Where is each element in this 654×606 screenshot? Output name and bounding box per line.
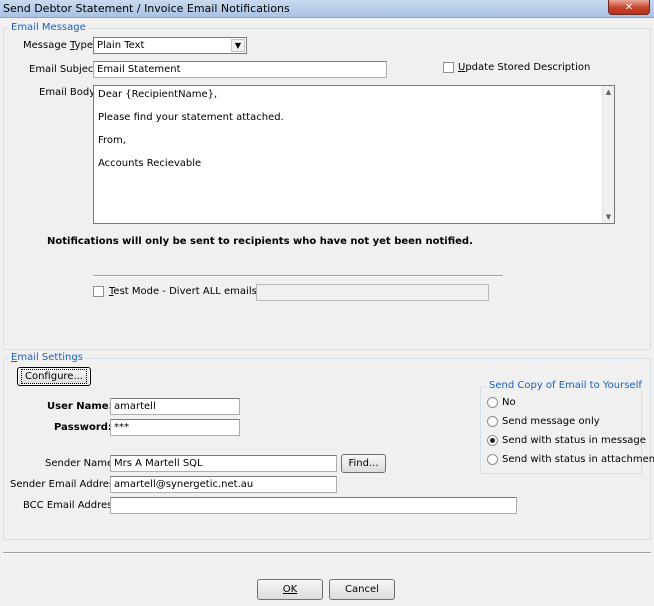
configure-button[interactable]: Configure... xyxy=(17,367,91,386)
sender-email-label: Sender Email Address: xyxy=(10,479,123,490)
send-copy-option-label[interactable]: No xyxy=(502,397,516,408)
email-message-group-title: Email Message xyxy=(9,22,88,33)
update-stored-description-checkbox[interactable] xyxy=(443,62,454,73)
test-mode-email-input[interactable] xyxy=(256,284,489,301)
test-mode-label[interactable]: Test Mode - Divert ALL emails to: xyxy=(109,286,273,297)
send-copy-group-title: Send Copy of Email to Yourself xyxy=(487,380,644,391)
email-body-textarea[interactable]: Dear {RecipientName}, Please find your s… xyxy=(93,85,615,224)
email-subject-label: Email Subject: xyxy=(29,64,101,75)
update-stored-description-label[interactable]: Update Stored Description xyxy=(458,62,590,73)
separator-line xyxy=(93,275,503,277)
password-label: Password: xyxy=(54,422,112,433)
message-type-value: Plain Text xyxy=(97,40,145,51)
close-icon: ✕ xyxy=(624,1,634,13)
notification-notice: Notifications will only be sent to recip… xyxy=(47,236,473,247)
user-name-label: User Name: xyxy=(47,401,113,412)
title-bar: Send Debtor Statement / Invoice Email No… xyxy=(0,0,654,18)
scroll-up-icon[interactable]: ▲ xyxy=(603,86,614,98)
email-settings-group-title: Email Settings xyxy=(9,352,85,363)
cancel-button[interactable]: Cancel xyxy=(329,579,395,600)
password-input[interactable]: *** xyxy=(110,419,240,436)
scroll-down-icon[interactable]: ▼ xyxy=(603,211,614,223)
ok-button-label: OK xyxy=(282,584,298,595)
bcc-email-input[interactable] xyxy=(110,497,517,514)
send-copy-radio-status-in-attachment[interactable] xyxy=(487,454,498,465)
sender-email-input[interactable]: amartell@synergetic.net.au xyxy=(110,476,337,493)
message-type-select[interactable]: Plain Text ▼ xyxy=(93,37,247,54)
ok-button[interactable]: OK xyxy=(257,579,323,600)
cancel-button-label: Cancel xyxy=(345,584,379,595)
message-type-label: Message Type: xyxy=(23,40,97,51)
chevron-down-icon[interactable]: ▼ xyxy=(231,39,245,52)
send-copy-option-label[interactable]: Send with status in attachment xyxy=(502,454,654,465)
email-body-line: Dear {RecipientName}, xyxy=(98,89,218,100)
find-button[interactable]: Find... xyxy=(341,454,386,473)
sender-name-label: Sender Name: xyxy=(45,458,117,469)
email-body-line: Please find your statement attached. xyxy=(98,112,284,123)
email-body-line: Accounts Recievable xyxy=(98,158,202,169)
email-body-label: Email Body: xyxy=(39,87,98,98)
window-title: Send Debtor Statement / Invoice Email No… xyxy=(3,2,290,15)
find-button-label: Find... xyxy=(348,458,379,469)
email-subject-input[interactable]: Email Statement xyxy=(93,61,387,78)
dialog-window: Send Debtor Statement / Invoice Email No… xyxy=(0,0,654,606)
send-copy-radio-no[interactable] xyxy=(487,397,498,408)
user-name-input[interactable]: amartell xyxy=(110,398,240,415)
send-copy-option-label[interactable]: Send with status in message xyxy=(502,435,646,446)
email-body-line: From, xyxy=(98,135,126,146)
footer-separator xyxy=(3,552,651,554)
send-copy-radio-status-in-message[interactable] xyxy=(487,435,498,446)
bcc-email-label: BCC Email Address: xyxy=(23,500,121,511)
close-button[interactable]: ✕ xyxy=(608,0,650,15)
email-body-scrollbar[interactable]: ▲ ▼ xyxy=(602,86,614,223)
send-copy-option-label[interactable]: Send message only xyxy=(502,416,600,427)
configure-button-label: Configure... xyxy=(20,369,88,384)
send-copy-radio-message-only[interactable] xyxy=(487,416,498,427)
sender-name-input[interactable]: Mrs A Martell SQL xyxy=(110,455,337,472)
test-mode-checkbox[interactable] xyxy=(93,286,104,297)
